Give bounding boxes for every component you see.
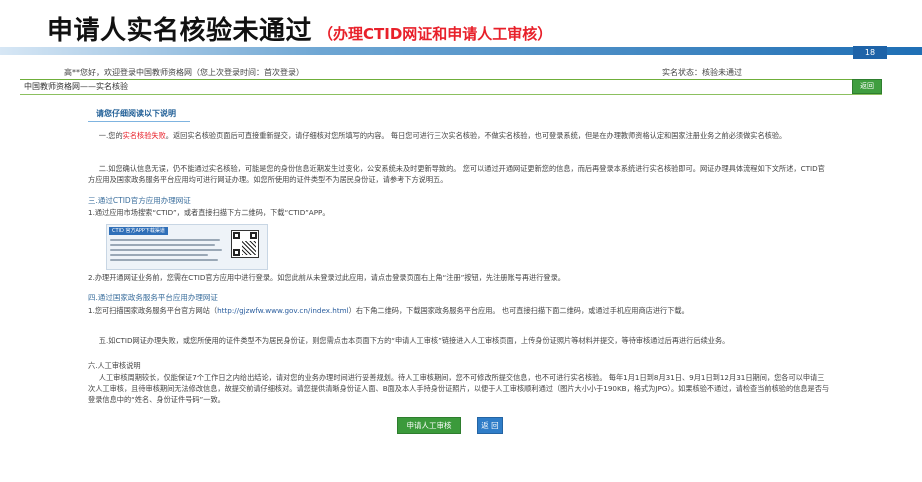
gov-step-1: 1.您可扫描国家政务服务平台官方网站（http://gjzwfw.www.gov… — [88, 305, 689, 316]
image-text-line — [110, 259, 218, 261]
slide-page-number: 18 — [853, 46, 887, 59]
image-text-line — [110, 254, 208, 256]
image-text-line — [110, 249, 222, 251]
ctid-step-1: 1.通过应用市场搜索“CTID”，或者直接扫描下方二维码，下载“CTID”APP… — [88, 208, 330, 217]
instructions-content: 请您仔细阅读以下说明 一.您的实名核验失败。返回实名核验页面后可直接重新提交，请… — [88, 108, 830, 404]
instruction-paragraph-5: 五.如CTID网证办理失败，或您所使用的证件类型不为居民身份证，则您需点击本页面… — [98, 336, 730, 345]
back-button[interactable]: 返回 — [852, 79, 882, 94]
manual-review-body: 人工审核周期较长，仅能保证7个工作日之内给出结论，请对您的业务办理时间进行妥善规… — [88, 373, 830, 404]
ctid-image-label: CTID 官方APP下载渠道 — [109, 227, 168, 235]
slide-banner — [0, 47, 922, 55]
qr-code-icon — [231, 230, 259, 258]
gov-step-1-suffix: ）右下角二维码，下载国家政务服务平台应用。 也可直接扫描下面二维码，或通过手机应… — [348, 306, 689, 315]
instruction-paragraph-2: 二.如您确认信息无误，仍不能通过实名核验，可能是您的身份信息近期发生过变化，公安… — [88, 164, 825, 184]
image-text-line — [110, 239, 220, 241]
instruction-paragraph-1: 一.您的实名核验失败。返回实名核验页面后可直接重新提交，请仔细核对您所填写的内容… — [88, 130, 830, 141]
welcome-text: 高**您好，欢迎登录中国教师资格网（您上次登录时间：首次登录） — [64, 68, 304, 77]
p1-rest: 。返回实名核验页面后可直接重新提交，请仔细核对您所填写的内容。 每日您可进行三次… — [165, 131, 787, 140]
slide-title-main: 申请人实名核验未通过 — [47, 16, 313, 46]
site-title: 中国教师资格网——实名核验 — [24, 82, 128, 91]
top-bar: 高**您好，欢迎登录中国教师资格网（您上次登录时间：首次登录） 实名状态：核验未… — [20, 67, 882, 80]
apply-manual-review-button[interactable]: 申请人工审核 — [397, 417, 461, 434]
section-heading: 请您仔细阅读以下说明 — [88, 108, 190, 122]
ctid-download-image: CTID 官方APP下载渠道 — [106, 224, 268, 270]
ctid-step-2: 2.办理开通网证业务前，您需在CTID官方应用中进行登录。如您此前从未登录过此应… — [88, 273, 565, 282]
manual-review-heading: 六.人工审核说明 — [88, 361, 141, 370]
gov-step-1-prefix: 1.您可扫描国家政务服务平台官方网站（ — [88, 306, 218, 315]
return-button[interactable]: 返 回 — [477, 417, 503, 434]
gov-heading: 四.通过国家政务服务平台应用办理网证 — [88, 293, 218, 302]
slide-title: 申请人实名核验未通过 （办理CTID网证和申请人工审核） — [47, 10, 552, 47]
verification-status: 实名状态：核验未通过 — [662, 68, 742, 77]
p1-prefix: 一.您的 — [98, 131, 123, 140]
verification-failed-highlight: 实名核验失败 — [122, 131, 166, 140]
slide-title-subtitle: （办理CTID网证和申请人工审核） — [318, 25, 553, 43]
ctid-heading: 三.通过CTID官方应用办理网证 — [88, 196, 191, 205]
image-text-line — [110, 244, 215, 246]
site-header: 中国教师资格网——实名核验 返回 — [20, 79, 882, 95]
gov-website-link[interactable]: http://gjzwfw.www.gov.cn/index.html — [217, 306, 349, 315]
